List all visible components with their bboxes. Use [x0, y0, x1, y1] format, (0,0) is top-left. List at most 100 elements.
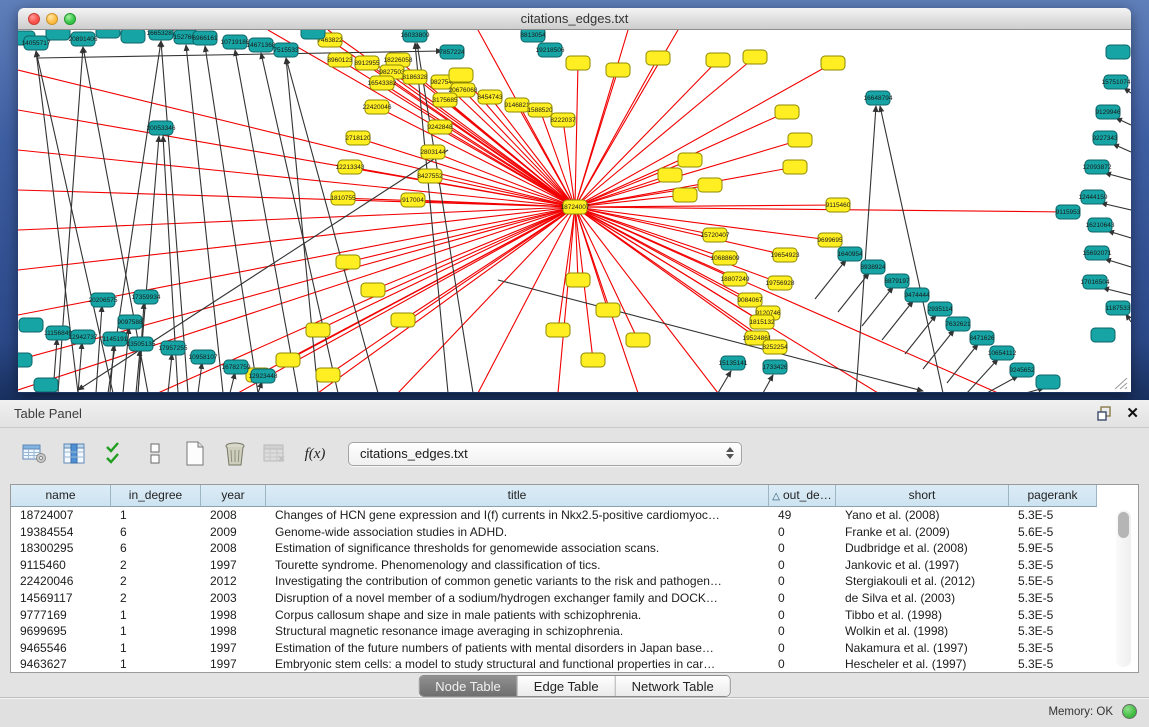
table-cell-year: 2012	[201, 573, 266, 590]
graph-node[interactable]	[336, 255, 360, 269]
column-header-name[interactable]: name	[11, 485, 111, 507]
citation-graph[interactable]: 7463822896012389129551822605898275031654…	[18, 30, 1131, 392]
graph-node[interactable]	[626, 333, 650, 347]
table-panel-header[interactable]: Table Panel ✕	[0, 400, 1149, 428]
trash-icon	[223, 441, 247, 467]
scrollbar-thumb[interactable]	[1118, 512, 1129, 538]
table-selector-dropdown[interactable]: citations_edges.txt	[348, 442, 742, 466]
graph-node-label: 20053346	[147, 125, 176, 132]
graph-node[interactable]	[658, 168, 682, 182]
graph-node[interactable]	[566, 56, 590, 70]
graph-node[interactable]	[361, 283, 385, 297]
table-cell-pagerank: 5.3E-5	[1009, 507, 1097, 524]
graph-node-label: 16543382	[368, 80, 397, 87]
tab-node-table[interactable]: Node Table	[419, 676, 518, 696]
graph-node[interactable]	[391, 313, 415, 327]
float-panel-icon[interactable]	[1097, 405, 1114, 422]
graph-node[interactable]	[566, 273, 590, 287]
row-height-button[interactable]	[140, 440, 170, 468]
create-column-button[interactable]	[180, 440, 210, 468]
graph-node[interactable]	[788, 133, 812, 147]
column-header-out_degree[interactable]: △out_de…	[769, 485, 836, 507]
function-builder-button[interactable]: f(x)	[300, 440, 330, 468]
graph-node[interactable]	[1106, 45, 1130, 59]
graph-node[interactable]	[596, 303, 620, 317]
delete-column-button[interactable]	[220, 440, 250, 468]
table-row[interactable]: 911546021997Tourette syndrome. Phenomeno…	[11, 557, 1138, 574]
column-header-year[interactable]: year	[201, 485, 266, 507]
table-row[interactable]: 1872400712008Changes of HCN gene express…	[11, 507, 1138, 524]
graph-node[interactable]	[121, 30, 145, 43]
graph-node[interactable]	[18, 353, 32, 367]
table-cell-pagerank: 5.3E-5	[1009, 607, 1097, 624]
graph-node[interactable]	[316, 368, 340, 382]
graph-node[interactable]	[606, 63, 630, 77]
column-header-short[interactable]: short	[836, 485, 1009, 507]
table-row[interactable]: 969969511998Structural magnetic resonanc…	[11, 623, 1138, 640]
select-all-button[interactable]	[100, 440, 130, 468]
graph-node[interactable]	[581, 353, 605, 367]
graph-node[interactable]	[34, 378, 58, 392]
table-row[interactable]: 1938455462009Genome-wide association stu…	[11, 524, 1138, 541]
graph-node-label: 8222037	[550, 117, 576, 124]
column-header-title[interactable]: title	[266, 485, 769, 507]
table-row[interactable]: 1456911722003Disruption of a novel membe…	[11, 590, 1138, 607]
graph-node-label: 8186328	[402, 74, 428, 81]
graph-node[interactable]	[783, 160, 807, 174]
table-cell-title: Tourette syndrome. Phenomenology and cla…	[266, 557, 769, 574]
graph-node[interactable]	[1091, 328, 1115, 342]
graph-node[interactable]	[646, 51, 670, 65]
graph-node[interactable]	[743, 50, 767, 64]
graph-node[interactable]	[1036, 375, 1060, 389]
table-row[interactable]: 946554611997Estimation of the future num…	[11, 640, 1138, 657]
table-cell-out_degree: 0	[769, 607, 836, 624]
graph-node-label: 16653287	[147, 30, 176, 37]
table-cell-out_degree: 0	[769, 573, 836, 590]
table-cell-name: 9699695	[11, 623, 111, 640]
graph-node[interactable]	[46, 30, 70, 40]
network-window[interactable]: citations_edges.txt 74638228960123891295…	[18, 8, 1131, 393]
column-header-in_degree[interactable]: in_degree	[111, 485, 201, 507]
graph-node-label: 8252254	[762, 344, 788, 351]
tab-edge-table[interactable]: Edge Table	[518, 676, 616, 696]
table-row[interactable]: 2242004622012Investigating the contribut…	[11, 573, 1138, 590]
table-row[interactable]: 977716911998Corpus callosum shape and si…	[11, 607, 1138, 624]
graph-node[interactable]	[775, 105, 799, 119]
window-resize-grip-icon[interactable]	[1113, 376, 1129, 390]
table-cell-name: 9463627	[11, 656, 111, 673]
graph-node[interactable]	[546, 323, 570, 337]
graph-node[interactable]	[821, 56, 845, 70]
delete-table-button[interactable]	[260, 440, 290, 468]
tab-network-table[interactable]: Network Table	[616, 676, 730, 696]
graph-node-label: 17359934	[132, 294, 161, 301]
table-row[interactable]: 1830029562008Estimation of significance …	[11, 540, 1138, 557]
table-panel: Table Panel ✕	[0, 400, 1149, 697]
window-titlebar[interactable]: citations_edges.txt	[18, 8, 1131, 30]
memory-indicator[interactable]	[1122, 704, 1137, 719]
graph-node-label: 1733426	[762, 364, 788, 371]
table-cell-in_degree: 1	[111, 607, 201, 624]
delete-table-icon	[263, 443, 287, 465]
table-cell-title: Disruption of a novel member of a sodium…	[266, 590, 769, 607]
graph-node-label: 9097588	[117, 319, 143, 326]
graph-node[interactable]	[96, 30, 120, 38]
table-mode-button[interactable]	[20, 440, 50, 468]
table-cell-in_degree: 1	[111, 640, 201, 657]
graph-node[interactable]	[301, 30, 325, 39]
graph-node[interactable]	[449, 68, 473, 82]
graph-node[interactable]	[673, 188, 697, 202]
graph-node-label: 9245652	[1009, 367, 1035, 374]
show-columns-button[interactable]	[60, 440, 90, 468]
graph-node[interactable]	[19, 318, 43, 332]
graph-node[interactable]	[706, 53, 730, 67]
graph-node[interactable]	[306, 323, 330, 337]
network-canvas[interactable]: 7463822896012389129551822605898275031654…	[18, 30, 1131, 392]
table-row[interactable]: 946362711997Embryonic stem cells: a mode…	[11, 656, 1138, 673]
column-header-pagerank[interactable]: pagerank	[1009, 485, 1097, 507]
graph-node[interactable]	[678, 153, 702, 167]
graph-node[interactable]	[698, 178, 722, 192]
graph-node[interactable]	[276, 353, 300, 367]
table-scrollbar[interactable]	[1116, 510, 1131, 667]
function-builder-icon: f(x)	[305, 446, 326, 463]
close-panel-icon[interactable]: ✕	[1126, 406, 1139, 422]
